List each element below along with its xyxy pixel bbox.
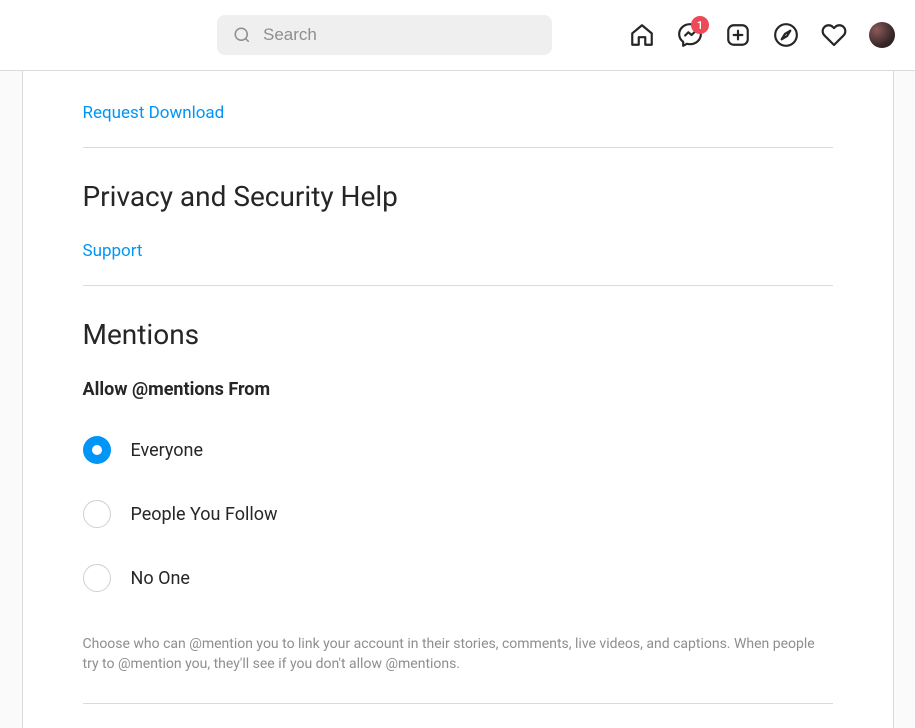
- radio-option-everyone[interactable]: Everyone: [83, 436, 833, 464]
- radio-label: No One: [131, 568, 190, 589]
- mentions-radio-group: Everyone People You Follow No One: [83, 436, 833, 592]
- new-post-icon[interactable]: [725, 22, 751, 48]
- mentions-title: Mentions: [83, 318, 833, 351]
- search-box[interactable]: [217, 15, 552, 55]
- mentions-helper-text: Choose who can @mention you to link your…: [83, 634, 833, 675]
- privacy-help-title: Privacy and Security Help: [83, 180, 833, 213]
- radio-indicator: [83, 564, 111, 592]
- home-icon[interactable]: [629, 22, 655, 48]
- page: Request Download Privacy and Security He…: [0, 71, 915, 728]
- divider: [83, 147, 833, 148]
- activity-heart-icon[interactable]: [821, 22, 847, 48]
- profile-avatar[interactable]: [869, 22, 895, 48]
- radio-option-no-one[interactable]: No One: [83, 564, 833, 592]
- radio-indicator: [83, 436, 111, 464]
- allow-mentions-heading: Allow @mentions From: [83, 379, 833, 400]
- top-bar: 1: [0, 0, 915, 71]
- settings-card: Request Download Privacy and Security He…: [22, 71, 894, 728]
- radio-dot: [92, 445, 102, 455]
- divider: [83, 703, 833, 704]
- support-link[interactable]: Support: [83, 241, 143, 261]
- explore-icon[interactable]: [773, 22, 799, 48]
- radio-label: People You Follow: [131, 504, 278, 525]
- messenger-icon[interactable]: 1: [677, 22, 703, 48]
- radio-option-people-you-follow[interactable]: People You Follow: [83, 500, 833, 528]
- nav-icons: 1: [629, 22, 895, 48]
- divider: [83, 285, 833, 286]
- search-input[interactable]: [263, 25, 536, 45]
- search-icon: [233, 26, 251, 44]
- radio-indicator: [83, 500, 111, 528]
- request-download-link[interactable]: Request Download: [83, 103, 225, 123]
- top-bar-inner: 1: [20, 15, 895, 55]
- messenger-badge: 1: [691, 16, 709, 34]
- radio-label: Everyone: [131, 440, 204, 461]
